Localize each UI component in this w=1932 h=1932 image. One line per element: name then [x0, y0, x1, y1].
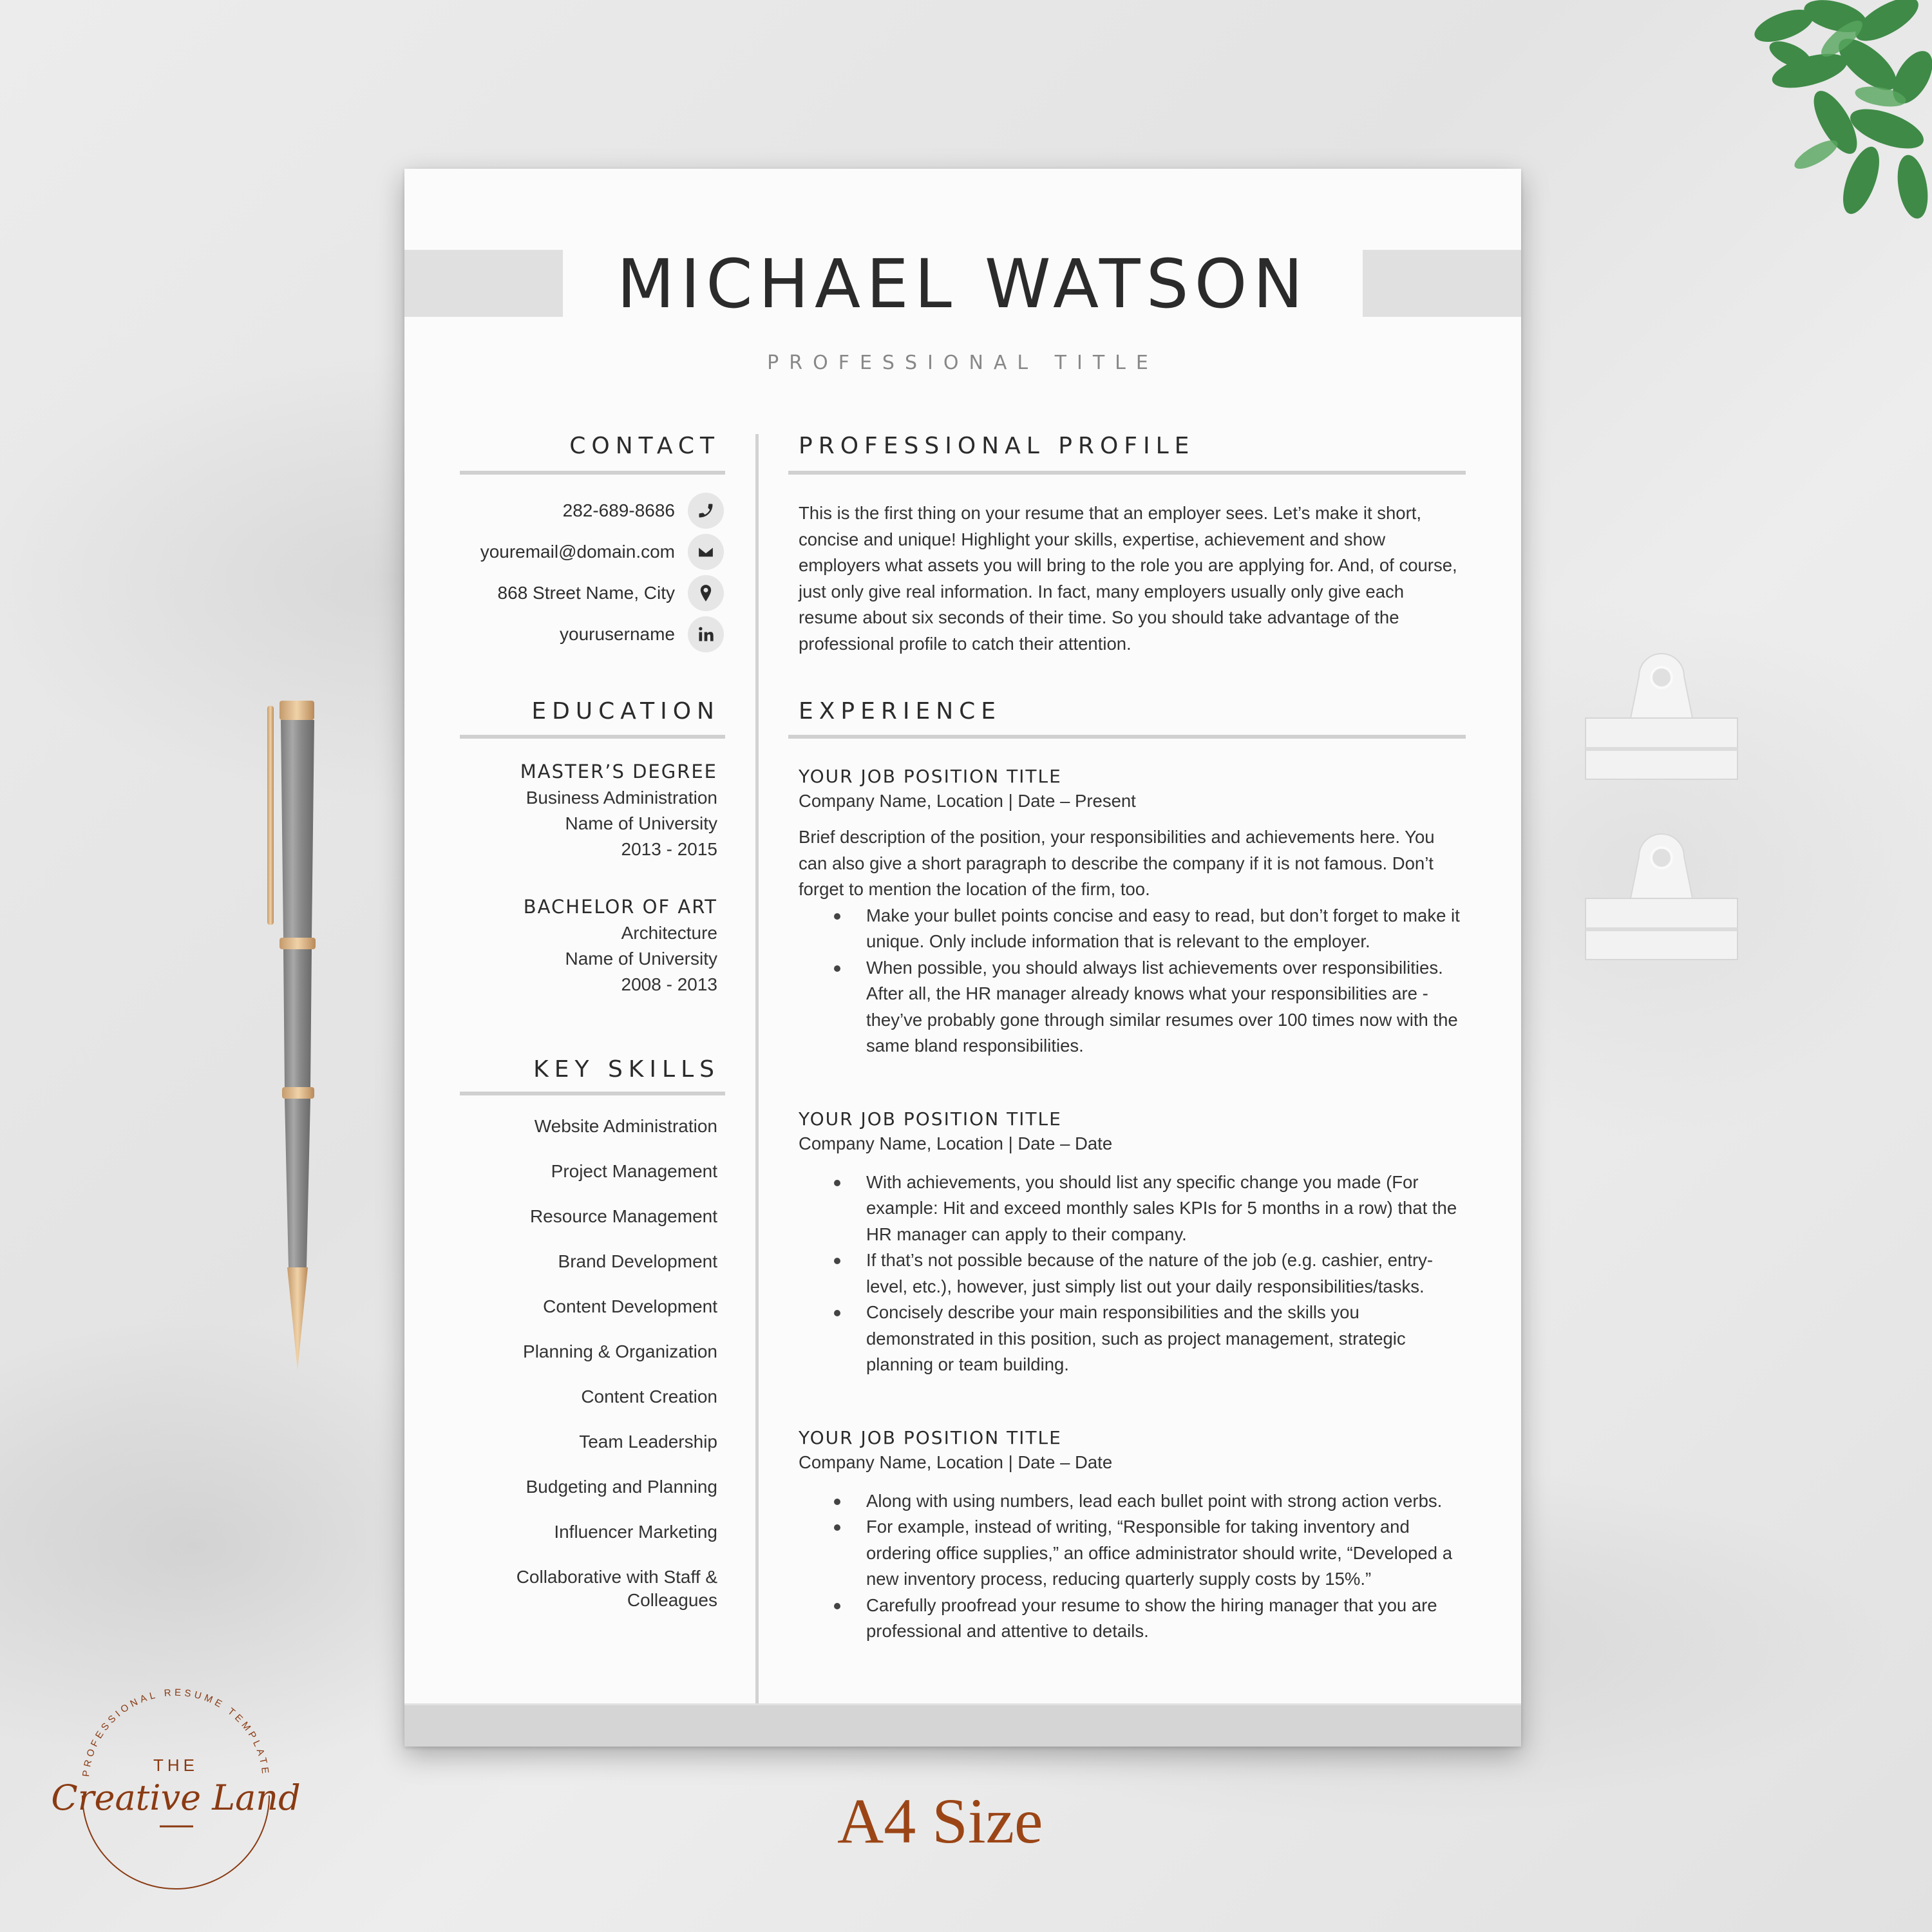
- job-entry: YOUR JOB POSITION TITLE Company Name, Lo…: [788, 1108, 1466, 1378]
- job-bullet: If that’s not possible because of the na…: [834, 1247, 1466, 1300]
- skill-item: Budgeting and Planning: [526, 1477, 717, 1497]
- contact-heading: CONTACT: [569, 433, 720, 459]
- creative-land-logo: PROFESSIONAL RESUME TEMPLATE THE Creativ…: [51, 1687, 301, 1889]
- section-rule: [460, 735, 725, 739]
- job-bullets: With achievements, you should list any s…: [788, 1170, 1466, 1378]
- skill-item: Website Administration: [534, 1116, 717, 1136]
- job-entry: YOUR JOB POSITION TITLE Company Name, Lo…: [788, 766, 1466, 1059]
- degree-school: Name of University: [565, 949, 717, 969]
- experience-section: EXPERIENCE YOUR JOB POSITION TITLE Compa…: [788, 698, 1466, 1645]
- skill-item: Resource Management: [529, 1206, 717, 1226]
- job-bullet: When possible, you should always list ac…: [834, 955, 1466, 1059]
- job-bullet: Make your bullet points concise and easy…: [834, 903, 1466, 955]
- skill-item: Project Management: [551, 1161, 717, 1181]
- degree-school: Name of University: [565, 813, 717, 833]
- phone-icon: [688, 493, 724, 529]
- binder-clip-decoration: [1585, 653, 1738, 780]
- job-title: YOUR JOB POSITION TITLE: [799, 766, 1062, 787]
- skill-item: Content Creation: [581, 1387, 717, 1406]
- job-meta: Company Name, Location | Date – Present: [799, 791, 1136, 811]
- job-title: YOUR JOB POSITION TITLE: [799, 1108, 1062, 1130]
- education-section: EDUCATION MASTER’S DEGREE Business Admin…: [460, 698, 725, 998]
- resume-page: MICHAEL WATSON PROFESSIONAL TITLE CONTAC…: [404, 169, 1521, 1747]
- job-entry: YOUR JOB POSITION TITLE Company Name, Lo…: [788, 1427, 1466, 1645]
- professional-title: PROFESSIONAL TITLE: [767, 352, 1159, 374]
- degree-title: BACHELOR OF ART: [523, 896, 717, 918]
- envelope-icon: [688, 534, 724, 570]
- contact-email: youremail@domain.com: [460, 531, 724, 573]
- contact-section: CONTACT 282-689-8686 youremail@domain.co…: [460, 433, 725, 655]
- job-bullet: Concisely describe your main responsibil…: [834, 1300, 1466, 1378]
- skills-list: Website Administration Project Managemen…: [460, 1115, 725, 1612]
- resume-name: MICHAEL WATSON: [616, 245, 1309, 323]
- contact-phone-text: 282-689-8686: [562, 500, 675, 520]
- section-rule: [788, 735, 1466, 739]
- degree-years: 2008 - 2013: [621, 974, 717, 994]
- job-bullets: Make your bullet points concise and easy…: [788, 903, 1466, 1059]
- job-bullet: With achievements, you should list any s…: [834, 1170, 1466, 1248]
- contact-phone: 282-689-8686: [460, 490, 724, 531]
- job-description: Brief description of the position, your …: [799, 827, 1435, 899]
- skills-section: KEY SKILLS Website Administration Projec…: [460, 1056, 725, 1612]
- logo-the: THE: [153, 1756, 198, 1775]
- education-entry: MASTER’S DEGREE Business Administration …: [460, 761, 725, 862]
- section-rule: [460, 1092, 725, 1095]
- degree-title: MASTER’S DEGREE: [520, 761, 717, 782]
- footer-band: [404, 1703, 1521, 1747]
- skill-item: Team Leadership: [579, 1432, 717, 1452]
- contact-address-text: 868 Street Name, City: [497, 583, 675, 603]
- job-bullet: Carefully proofread your resume to show …: [834, 1593, 1466, 1645]
- section-rule: [460, 471, 725, 475]
- column-divider: [755, 434, 759, 1704]
- fountain-pen-decoration: [267, 701, 316, 1370]
- map-pin-icon: [688, 575, 724, 611]
- education-heading: EDUCATION: [531, 698, 720, 724]
- profile-section: PROFESSIONAL PROFILE This is the first t…: [788, 433, 1466, 657]
- contact-linkedin: yourusername: [460, 614, 724, 655]
- plant-decoration: [1754, 0, 1932, 219]
- contact-email-text: youremail@domain.com: [480, 542, 675, 562]
- binder-clip-decoration: [1585, 833, 1738, 960]
- contact-address: 868 Street Name, City: [460, 573, 724, 614]
- job-bullets: Along with using numbers, lead each bull…: [788, 1488, 1466, 1645]
- skill-item: Planning & Organization: [523, 1341, 717, 1361]
- degree-field: Business Administration: [526, 788, 717, 808]
- job-bullet: Along with using numbers, lead each bull…: [834, 1488, 1466, 1515]
- contact-linkedin-text: yourusername: [560, 624, 675, 644]
- skill-item: Collaborative with Staff & Colleagues: [516, 1567, 717, 1610]
- logo-script: Creative Land: [51, 1777, 300, 1818]
- education-entry: BACHELOR OF ART Architecture Name of Uni…: [460, 896, 725, 998]
- degree-years: 2013 - 2015: [621, 839, 717, 859]
- job-meta: Company Name, Location | Date – Date: [799, 1452, 1113, 1472]
- job-title: YOUR JOB POSITION TITLE: [799, 1426, 1062, 1448]
- profile-text: This is the first thing on your resume t…: [799, 503, 1457, 654]
- experience-heading: EXPERIENCE: [799, 698, 1002, 724]
- skill-item: Content Development: [543, 1296, 717, 1316]
- linkedin-icon: [688, 616, 724, 652]
- degree-field: Architecture: [621, 923, 717, 943]
- section-rule: [788, 471, 1466, 475]
- a4-size-label: A4 Size: [837, 1785, 1043, 1857]
- job-meta: Company Name, Location | Date – Date: [799, 1133, 1113, 1153]
- job-bullet: For example, instead of writing, “Respon…: [834, 1514, 1466, 1593]
- profile-heading: PROFESSIONAL PROFILE: [799, 433, 1195, 459]
- skill-item: Influencer Marketing: [554, 1522, 717, 1542]
- skills-heading: KEY SKILLS: [533, 1056, 720, 1083]
- skill-item: Brand Development: [558, 1251, 717, 1271]
